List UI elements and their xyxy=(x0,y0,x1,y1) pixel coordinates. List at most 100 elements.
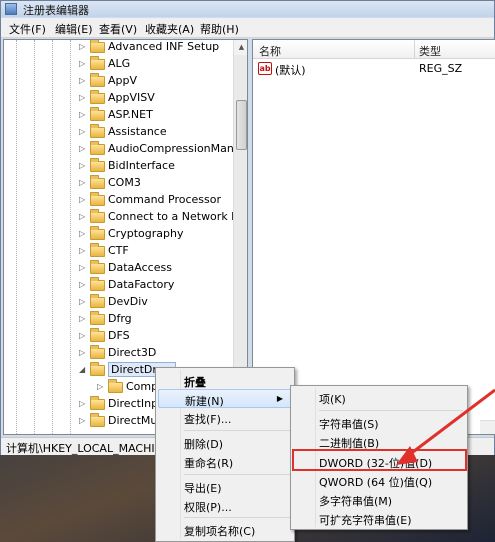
tree-item[interactable]: ▷ Advanced INF Setup xyxy=(4,40,232,56)
scroll-corner xyxy=(480,420,495,434)
tree-item[interactable]: ▷ Dfrg xyxy=(4,311,232,328)
tree-item-label: Assistance xyxy=(108,125,167,138)
expand-arrow-icon[interactable]: ▷ xyxy=(79,144,85,154)
tree-item[interactable]: ▷ Command Processor xyxy=(4,192,232,209)
tree-item-label: COM3 xyxy=(108,176,141,189)
value-row[interactable]: ab (默认) REG_SZ xyxy=(253,61,495,78)
value-name: (默认) xyxy=(275,64,306,77)
tree-item[interactable]: ▷ DataAccess xyxy=(4,260,232,277)
submenu-arrow-icon: ▶ xyxy=(276,394,283,403)
string-value-icon: ab xyxy=(258,62,272,75)
tree-item[interactable]: ▷ ASP.NET xyxy=(4,107,232,124)
expand-arrow-icon[interactable]: ▷ xyxy=(79,59,85,69)
expand-arrow-icon[interactable]: ▷ xyxy=(79,416,85,426)
menu-copy-key-name[interactable]: 复制项名称(C) xyxy=(158,520,292,539)
submenu-multi-string-value[interactable]: 多字符串值(M) xyxy=(293,490,465,509)
tree-item-label: ASP.NET xyxy=(108,108,153,121)
expand-arrow-icon[interactable]: ▷ xyxy=(79,331,85,341)
submenu-string-value[interactable]: 字符串值(S) xyxy=(293,413,465,432)
menu-new[interactable]: 新建(N) ▶ xyxy=(158,389,292,408)
menu-rename[interactable]: 重命名(R) xyxy=(158,452,292,471)
tree-item[interactable]: ▷ COM3 xyxy=(4,175,232,192)
collapse-arrow-icon[interactable]: ◢ xyxy=(79,365,85,375)
expand-arrow-icon[interactable]: ▷ xyxy=(79,93,85,103)
scroll-up-icon[interactable]: ▲ xyxy=(234,40,247,55)
folder-icon xyxy=(90,260,105,274)
expand-arrow-icon[interactable]: ▷ xyxy=(79,280,85,290)
tree-item[interactable]: ▷ Assistance xyxy=(4,124,232,141)
menu-edit[interactable]: 编辑(E) xyxy=(55,21,93,37)
menu-item-label: 可扩充字符串值(E) xyxy=(319,514,412,527)
expand-arrow-icon[interactable]: ▷ xyxy=(79,314,85,324)
expand-arrow-icon[interactable]: ▷ xyxy=(79,127,85,137)
folder-icon xyxy=(90,345,105,359)
column-divider[interactable] xyxy=(414,40,415,59)
submenu-key[interactable]: 项(K) xyxy=(293,388,465,407)
tree-item-label: CTF xyxy=(108,244,129,257)
tree-item[interactable]: ▷ Direct3D xyxy=(4,345,232,362)
folder-icon xyxy=(90,396,105,410)
expand-arrow-icon[interactable]: ▷ xyxy=(79,161,85,171)
tree-item-label: DevDiv xyxy=(108,295,148,308)
window-title: 注册表编辑器 xyxy=(23,4,89,17)
tree-item[interactable]: ▷ CTF xyxy=(4,243,232,260)
tree-item[interactable]: ▷ DataFactory xyxy=(4,277,232,294)
folder-icon xyxy=(90,175,105,189)
menu-delete[interactable]: 删除(D) xyxy=(158,433,292,452)
menu-export[interactable]: 导出(E) xyxy=(158,477,292,496)
menu-help[interactable]: 帮助(H) xyxy=(200,21,239,37)
menu-favorites[interactable]: 收藏夹(A) xyxy=(145,21,194,37)
tree-item[interactable]: ▷ AudioCompressionManag xyxy=(4,141,247,158)
tree-item[interactable]: ▷ DFS xyxy=(4,328,232,345)
expand-arrow-icon[interactable]: ▷ xyxy=(79,399,85,409)
tree-item[interactable]: ▷ AppV xyxy=(4,73,232,90)
folder-icon xyxy=(108,379,123,393)
expand-arrow-icon[interactable]: ▷ xyxy=(79,212,85,222)
tree-item[interactable]: ▷ BidInterface xyxy=(4,158,232,175)
tree-item-label: Dfrg xyxy=(108,312,132,325)
expand-arrow-icon[interactable]: ▷ xyxy=(79,110,85,120)
tree-item-label: DataAccess xyxy=(108,261,172,274)
menu-item-label: 新建(N) xyxy=(185,395,224,408)
submenu-qword-value[interactable]: QWORD (64 位)值(Q) xyxy=(293,471,465,490)
folder-icon xyxy=(90,107,105,121)
expand-arrow-icon[interactable]: ▷ xyxy=(79,76,85,86)
expand-arrow-icon[interactable]: ▷ xyxy=(79,195,85,205)
tree-item[interactable]: ▷ DevDiv xyxy=(4,294,232,311)
menu-collapse[interactable]: 折叠 xyxy=(158,371,292,390)
expand-arrow-icon[interactable]: ▷ xyxy=(79,246,85,256)
values-column-header: 名称 类型 xyxy=(253,40,495,59)
expand-arrow-icon[interactable]: ▷ xyxy=(97,382,103,392)
folder-icon xyxy=(90,90,105,104)
tree-item-label: AppVISV xyxy=(108,91,155,104)
menu-permissions[interactable]: 权限(P)... xyxy=(158,496,292,515)
menu-bar: 文件(F) 编辑(E) 查看(V) 收藏夹(A) 帮助(H) xyxy=(1,18,494,38)
tree-item-label: AudioCompressionManag xyxy=(108,142,248,155)
expand-arrow-icon[interactable]: ▷ xyxy=(79,263,85,273)
expand-arrow-icon[interactable]: ▷ xyxy=(79,297,85,307)
menu-view[interactable]: 查看(V) xyxy=(99,21,137,37)
submenu-expandable-string-value[interactable]: 可扩充字符串值(E) xyxy=(293,509,465,528)
menu-find[interactable]: 查找(F)... xyxy=(158,408,292,427)
expand-arrow-icon[interactable]: ▷ xyxy=(79,229,85,239)
menu-item-label: 复制项名称(C) xyxy=(184,525,256,538)
menu-file[interactable]: 文件(F) xyxy=(9,21,46,37)
menu-item-label: 删除(D) xyxy=(184,438,224,451)
column-header-type[interactable]: 类型 xyxy=(419,43,441,59)
menu-separator xyxy=(184,517,290,518)
expand-arrow-icon[interactable]: ▷ xyxy=(79,178,85,188)
scroll-thumb[interactable] xyxy=(236,100,247,150)
tree-item[interactable]: ▷ Cryptography xyxy=(4,226,232,243)
menu-separator xyxy=(319,410,463,411)
tree-item-label: Connect to a Network Pro xyxy=(108,210,248,223)
tree-item[interactable]: ▷ Connect to a Network Pro xyxy=(4,209,247,226)
column-header-name[interactable]: 名称 xyxy=(259,43,281,59)
tree-item-label: ALG xyxy=(108,57,131,70)
tree-item[interactable]: ▷ AppVISV xyxy=(4,90,232,107)
expand-arrow-icon[interactable]: ▷ xyxy=(79,348,85,358)
folder-icon xyxy=(90,40,105,53)
expand-arrow-icon[interactable]: ▷ xyxy=(79,42,85,52)
folder-icon xyxy=(90,73,105,87)
tree-item-label: Direct3D xyxy=(108,346,157,359)
tree-item[interactable]: ▷ ALG xyxy=(4,56,232,73)
